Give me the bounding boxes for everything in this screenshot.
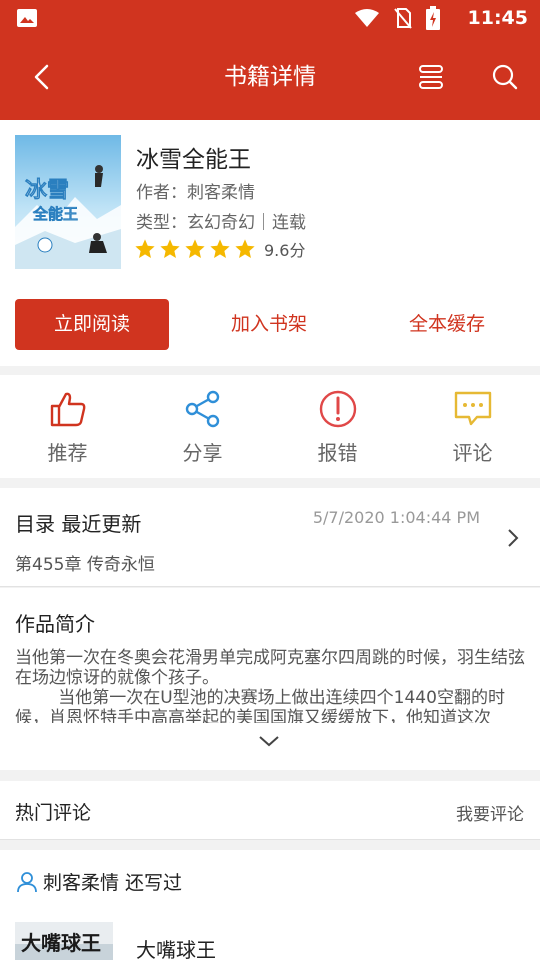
hot-comments-header: 热门评论 我要评论 <box>0 781 540 840</box>
no-sim-icon <box>394 8 412 29</box>
read-now-button[interactable]: 立即阅读 <box>15 299 169 350</box>
svg-text:冰雪: 冰雪 <box>25 178 69 203</box>
catalog-row[interactable]: 目录 最近更新 5/7/2020 1:04:44 PM 第455章 传奇永恒 <box>0 488 540 587</box>
report-error-action[interactable]: 报错 <box>270 375 405 478</box>
share-label: 分享 <box>182 441 223 465</box>
star-icon <box>185 239 205 258</box>
rating-score: 9.6分 <box>264 241 306 260</box>
other-book-title[interactable]: 大嘴球王 <box>136 934 216 960</box>
search-icon[interactable] <box>488 60 522 94</box>
action-row: 推荐 分享 报错 评论 <box>0 375 540 478</box>
status-time: 11:45 <box>467 7 528 29</box>
image-notification-icon <box>17 9 37 27</box>
star-icon <box>235 239 255 258</box>
hot-comments-heading: 热门评论 <box>15 802 92 824</box>
book-title: 冰雪全能王 <box>136 147 251 173</box>
synopsis-heading: 作品简介 <box>15 612 95 636</box>
report-error-label: 报错 <box>317 441 358 465</box>
wifi-icon <box>355 9 379 27</box>
thumbs-up-icon <box>50 392 86 427</box>
svg-text:全能王: 全能王 <box>32 205 78 223</box>
latest-chapter: 第455章 传奇永恒 <box>15 555 155 575</box>
table-of-contents-icon[interactable] <box>414 60 448 94</box>
comment-action[interactable]: 评论 <box>405 375 540 478</box>
write-comment-link[interactable]: 我要评论 <box>456 800 524 825</box>
other-works-header: 刺客柔情 还写过 <box>16 868 182 895</box>
share-icon <box>185 390 220 428</box>
star-icon <box>135 239 155 258</box>
chevron-right-icon <box>508 529 519 547</box>
synopsis-section: 作品简介 当他第一次在冬奥会花滑男单完成阿克塞尔四周跳的时候，羽生结弦在场边惊讶… <box>0 588 540 770</box>
update-timestamp: 5/7/2020 1:04:44 PM <box>312 508 480 527</box>
author-other-works: 刺客柔情 还写过 大嘴球王 大嘴球王 <box>0 850 540 960</box>
status-bar: 11:45 <box>0 0 540 36</box>
comment-label: 评论 <box>452 441 493 465</box>
book-cover-image[interactable]: 冰雪 全能王 <box>15 135 121 269</box>
error-icon <box>319 390 357 428</box>
book-author: 作者：刺客柔情 <box>136 183 255 203</box>
app-bar: 书籍详情 <box>0 36 540 120</box>
download-all-button[interactable]: 全本缓存 <box>367 299 527 350</box>
recommend-label: 推荐 <box>47 441 88 465</box>
book-info-card: 冰雪 全能王 冰雪全能王 作者：刺客柔情 类型：玄幻奇幻｜连载 9.6分 立即阅… <box>0 120 540 366</box>
share-action[interactable]: 分享 <box>135 375 270 478</box>
other-works-heading: 刺客柔情 还写过 <box>43 872 183 894</box>
recommend-action[interactable]: 推荐 <box>0 375 135 478</box>
page-title: 书籍详情 <box>224 64 316 90</box>
other-book-cover-image[interactable]: 大嘴球王 <box>15 922 113 960</box>
user-icon <box>17 871 37 892</box>
stars-container <box>134 238 259 260</box>
add-to-shelf-button[interactable]: 加入书架 <box>189 299 349 350</box>
chevron-down-icon[interactable] <box>258 734 280 748</box>
catalog-heading: 目录 最近更新 <box>15 512 142 536</box>
svg-text:大嘴球王: 大嘴球王 <box>21 931 101 955</box>
star-icon <box>210 239 230 258</box>
star-rating: 9.6分 <box>134 237 305 261</box>
star-icon <box>160 239 180 258</box>
book-genre-status: 类型：玄幻奇幻｜连载 <box>136 213 306 233</box>
battery-charging-icon <box>426 6 440 30</box>
synopsis-text: 当他第一次在冬奥会花滑男单完成阿克塞尔四周跳的时候，羽生结弦在场边惊讶的就像个孩… <box>15 648 525 723</box>
comment-icon <box>454 391 492 426</box>
